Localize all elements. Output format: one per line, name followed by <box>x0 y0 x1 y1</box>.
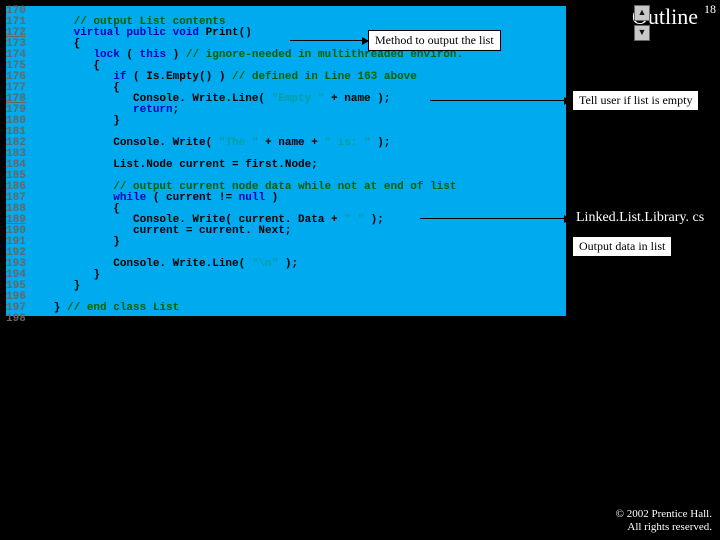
code-line: 184 List.Node current = first.Node; <box>6 160 566 171</box>
code-token: "Empty " <box>272 93 325 105</box>
code-line: 198 <box>6 314 566 325</box>
code-token: "\n" <box>252 258 278 270</box>
code-token: "The " <box>219 137 259 149</box>
arrow-empty <box>430 100 570 101</box>
code-token: Console. Write( <box>34 137 219 149</box>
code-token: List.Node current = first.Node; <box>34 159 318 171</box>
code-token: ); <box>371 137 391 149</box>
callout-output: Output data in list <box>572 236 672 257</box>
copyright-line2: All rights reserved. <box>627 521 712 533</box>
code-token: " is: " <box>324 137 370 149</box>
code-token: ( <box>120 49 140 61</box>
code-token: ) <box>166 49 186 61</box>
scroll-up-icon[interactable]: ▲ <box>634 5 650 21</box>
code-token: } <box>34 280 80 292</box>
code-token: + name ); <box>324 93 390 105</box>
code-token: } <box>34 115 120 127</box>
code-token: // end class List <box>67 302 179 314</box>
code-token: virtual public void <box>74 27 199 39</box>
code-token: ); <box>278 258 298 270</box>
slide: 18 Outline ▲ ▼ 170171 // output List con… <box>0 0 720 540</box>
code-line: 197 } // end class List <box>6 303 566 314</box>
code-line: 180 } <box>6 116 566 127</box>
code-token: // defined in Line 163 above <box>232 71 417 83</box>
callout-empty: Tell user if list is empty <box>572 90 699 111</box>
code-token: this <box>140 49 166 61</box>
slide-number: 18 <box>704 2 716 17</box>
code-token: ) <box>265 192 278 204</box>
scroll-down-icon[interactable]: ▼ <box>634 25 650 41</box>
code-listing: 170171 // output List contents172 virtua… <box>6 6 566 316</box>
code-token: ); <box>364 214 384 226</box>
code-line: 194 } <box>6 270 566 281</box>
arrow-method <box>290 40 368 41</box>
code-token: + name + <box>258 137 324 149</box>
code-token: " " <box>344 214 364 226</box>
line-number: 198 <box>6 314 34 325</box>
copyright-line1: © 2002 Prentice Hall. <box>616 508 712 520</box>
file-name: Linked.List.Library. cs <box>576 210 716 226</box>
code-token: null <box>239 192 265 204</box>
code-token: return <box>133 104 173 116</box>
code-token <box>34 313 41 325</box>
code-line: 191 } <box>6 237 566 248</box>
copyright: © 2002 Prentice Hall. All rights reserve… <box>616 508 712 534</box>
code-token: ( Is.Empty() ) <box>126 71 232 83</box>
callout-method: Method to output the list <box>368 30 501 51</box>
code-line: 195 } <box>6 281 566 292</box>
code-token: } <box>34 236 120 248</box>
code-token: Print() <box>199 27 252 39</box>
code-token: ( current != <box>146 192 238 204</box>
code-token: ; <box>173 104 180 116</box>
arrow-output <box>420 218 570 219</box>
code-line: 182 Console. Write( "The " + name + " is… <box>6 138 566 149</box>
